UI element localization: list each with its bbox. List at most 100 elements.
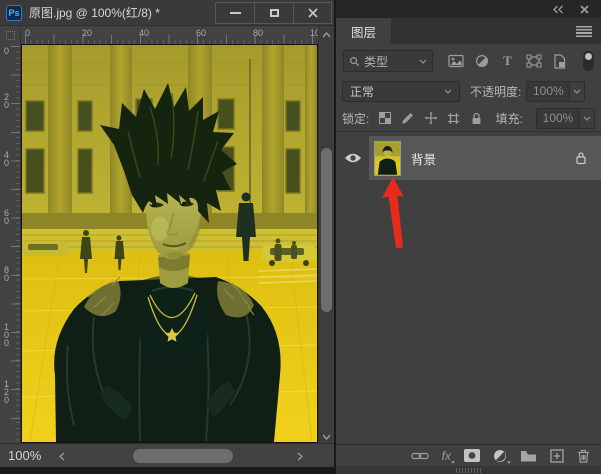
shape-filter-icon[interactable] <box>525 53 542 70</box>
zoom-level-field[interactable]: 100% <box>8 448 41 463</box>
ruler-number: 100 <box>4 323 10 347</box>
chevron-down-icon <box>573 89 581 94</box>
lock-artboard-icon[interactable] <box>446 110 461 127</box>
opacity-value: 100% <box>527 82 569 101</box>
blend-mode-row: 正常 不透明度: 100% <box>336 78 601 105</box>
ruler-number: 80 <box>253 28 263 38</box>
layer-visibility-toggle[interactable] <box>336 136 369 180</box>
close-panel-icon[interactable] <box>580 5 589 14</box>
opacity-dropdown-button[interactable] <box>569 82 584 101</box>
new-layer-icon <box>550 449 564 463</box>
tab-layers-label: 图层 <box>351 22 376 41</box>
grip-icon <box>456 468 482 473</box>
type-filter-icon[interactable]: T <box>499 53 516 70</box>
new-adjustment-button[interactable] <box>493 449 507 463</box>
filter-type-label: 类型 <box>364 53 415 70</box>
layer-row-body[interactable]: 背景 <box>369 136 601 180</box>
fill-dropdown-button[interactable] <box>579 109 594 128</box>
layer-thumbnail[interactable] <box>374 141 401 176</box>
add-mask-icon <box>464 449 480 462</box>
lock-pixels-icon[interactable] <box>400 110 415 127</box>
ruler-number: 40 <box>139 28 149 38</box>
lock-all-icon[interactable] <box>469 110 484 127</box>
chevron-right-icon <box>297 452 303 461</box>
document-title: 原图.jpg @ 100%(红/8) * <box>29 4 215 21</box>
horizontal-ruler[interactable]: 0 20 40 60 80 10 <box>21 26 318 44</box>
ruler-number: 20 <box>4 93 10 109</box>
panel-tab-row: 图层 <box>336 18 601 44</box>
horizontal-scrollbar-thumb[interactable] <box>133 449 233 463</box>
lock-position-icon[interactable] <box>423 110 438 127</box>
chevron-down-icon <box>444 89 452 94</box>
new-group-button[interactable] <box>520 449 537 462</box>
lock-row: 锁定: 填充: 100% <box>336 105 601 131</box>
layer-effects-button[interactable]: fx <box>442 449 451 463</box>
ruler-origin[interactable] <box>0 26 21 44</box>
document-titlebar[interactable]: Ps 原图.jpg @ 100%(红/8) * <box>0 0 334 26</box>
search-icon <box>349 56 360 67</box>
ruler-number: 60 <box>196 28 206 38</box>
scroll-left-button[interactable] <box>54 448 70 464</box>
panel-resize-grip[interactable] <box>336 466 601 474</box>
collapse-panels-icon[interactable] <box>552 5 564 14</box>
layer-row-background[interactable]: 背景 <box>336 136 601 180</box>
ruler-number: 60 <box>4 209 10 225</box>
chevron-down-icon <box>583 116 591 121</box>
document-window: Ps 原图.jpg @ 100%(红/8) * 0 20 40 60 80 10… <box>0 0 334 467</box>
layer-filter-row: 类型 T <box>336 44 601 78</box>
layers-panel: 图层 类型 T 正常 <box>336 0 601 474</box>
fill-field[interactable]: 100% <box>536 108 595 129</box>
maximize-button[interactable] <box>254 2 293 24</box>
add-mask-button[interactable] <box>464 449 480 462</box>
new-layer-button[interactable] <box>550 449 564 463</box>
link-layers-button[interactable] <box>411 451 429 461</box>
chevron-down-icon <box>419 59 427 64</box>
blend-mode-select[interactable]: 正常 <box>342 81 460 102</box>
vertical-scrollbar-thumb[interactable] <box>321 148 332 312</box>
ruler-row: 0 20 40 60 80 10 <box>0 26 334 44</box>
minimize-button[interactable] <box>215 2 254 24</box>
adjustment-filter-icon[interactable] <box>473 53 490 70</box>
opacity-field[interactable]: 100% <box>526 81 585 102</box>
caret-down-icon <box>451 461 455 464</box>
scroll-down-button[interactable] <box>319 434 334 440</box>
canvas-image[interactable] <box>22 45 317 442</box>
vertical-scrollbar[interactable] <box>318 44 334 443</box>
canvas-area[interactable] <box>21 44 318 443</box>
fill-value: 100% <box>537 109 579 128</box>
ruler-number: 20 <box>82 28 92 38</box>
chevron-left-icon <box>59 452 65 461</box>
minimize-icon <box>230 12 241 14</box>
scroll-up-button[interactable] <box>318 26 334 44</box>
lock-transparency-icon[interactable] <box>377 110 392 127</box>
layer-effects-icon: fx <box>442 449 451 463</box>
pixel-layer-filter-icon[interactable] <box>447 53 464 70</box>
scroll-right-button[interactable] <box>292 448 308 464</box>
blend-mode-value: 正常 <box>350 83 444 100</box>
close-icon <box>308 8 318 18</box>
link-layers-icon <box>411 451 429 461</box>
tab-layers[interactable]: 图层 <box>336 18 391 44</box>
layer-locked-icon[interactable] <box>575 151 587 165</box>
layer-name: 背景 <box>411 149 575 168</box>
lock-label: 锁定: <box>342 110 369 127</box>
new-group-icon <box>520 449 537 462</box>
ruler-number: 0 <box>25 28 30 38</box>
opacity-label: 不透明度: <box>470 83 521 100</box>
delete-layer-button[interactable] <box>577 449 590 463</box>
chevron-down-icon <box>322 434 331 440</box>
panel-menu-icon[interactable] <box>576 26 592 37</box>
vertical-ruler[interactable]: 0 20 40 60 80 100 120 <box>0 44 21 443</box>
filter-type-select[interactable]: 类型 <box>343 50 433 72</box>
smart-object-filter-icon[interactable] <box>551 53 568 70</box>
photoshop-workspace: { "doc_window": { "app_icon_label": "Ps"… <box>0 0 601 474</box>
ruler-origin-icon <box>6 31 15 40</box>
ruler-number: 120 <box>4 380 10 404</box>
document-statusbar: 100% <box>0 443 334 467</box>
layers-panel-toolbar: fx <box>336 444 601 466</box>
close-button[interactable] <box>293 2 332 24</box>
chevron-up-icon <box>322 32 331 38</box>
filter-toggle[interactable] <box>583 51 594 71</box>
panel-top-strip <box>336 0 601 18</box>
layers-list[interactable]: 背景 <box>336 132 601 444</box>
